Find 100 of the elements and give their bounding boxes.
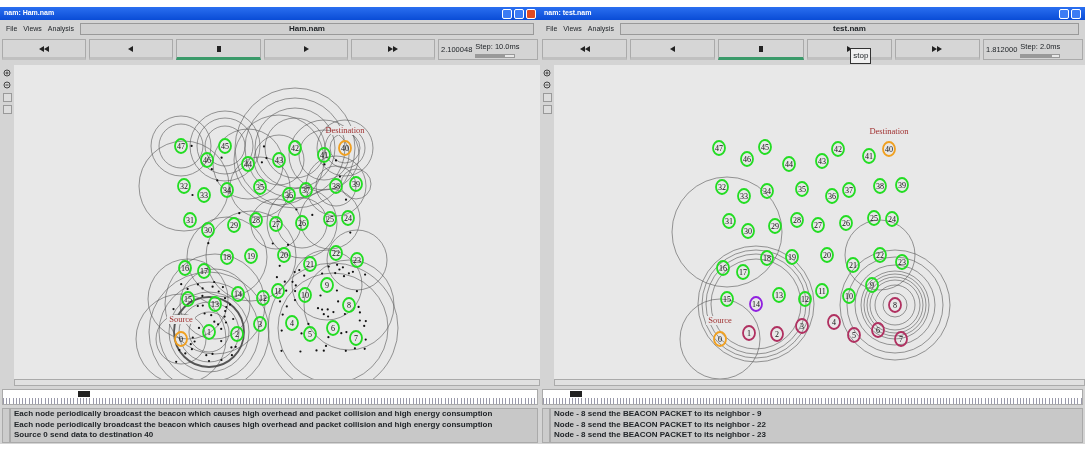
node-label: 3 [800, 321, 804, 331]
file-name-label: Ham.nam [79, 23, 534, 35]
node-tag: Destination [869, 126, 909, 136]
node-label: 43 [818, 156, 826, 166]
stop-button[interactable] [176, 39, 261, 60]
node-label: 42 [834, 144, 842, 154]
packet-dot [260, 161, 263, 164]
timeline-track[interactable] [542, 389, 1083, 405]
close-button[interactable] [526, 8, 536, 19]
node-label: 28 [793, 215, 801, 225]
packet-dot [203, 312, 206, 315]
node-label: 5 [852, 330, 856, 340]
node-label: 45 [221, 141, 229, 151]
node-label: 3 [258, 319, 262, 329]
node-label: 41 [320, 150, 328, 160]
node-label: 16 [719, 263, 727, 273]
node-tag: Destination [325, 125, 365, 135]
node-label: 13 [775, 290, 783, 300]
node-label: 34 [223, 185, 231, 195]
step-back-button[interactable] [89, 39, 174, 60]
packet-dot [336, 263, 339, 266]
rewind-button[interactable] [542, 39, 628, 60]
packet-dot [357, 305, 360, 308]
node-label: 9 [325, 280, 329, 290]
node-label: 21 [849, 260, 857, 270]
step-slider-thumb[interactable] [476, 54, 505, 57]
step-slider-track[interactable] [475, 53, 516, 58]
packet-dot [327, 315, 330, 318]
node-label: 37 [845, 185, 853, 195]
packet-dot [275, 276, 278, 279]
packet-dot [207, 242, 210, 245]
maximize-button[interactable] [514, 8, 524, 19]
message-line: Node - 8 send the BEACON PACKET to its neighbor - 23 [554, 430, 767, 441]
node-label: 34 [763, 186, 771, 196]
minimize-button[interactable] [1059, 8, 1069, 19]
packet-dot [191, 193, 194, 197]
packet-dot [230, 354, 233, 357]
packet-dot [298, 269, 301, 272]
step-slider-track[interactable] [1020, 53, 1061, 58]
node-label: 35 [798, 184, 806, 194]
timeline-thumb[interactable] [569, 391, 582, 397]
packet-dot [349, 231, 352, 234]
rewind-icon [579, 45, 590, 52]
node-label: 10 [845, 291, 853, 301]
horizontal-scrollbar[interactable] [14, 379, 540, 386]
node-label: 33 [200, 190, 208, 200]
horizontal-scrollbar[interactable] [554, 379, 1085, 386]
packet-dot [232, 317, 235, 321]
packet-dot [186, 287, 189, 290]
fast-forward-button[interactable] [350, 39, 435, 60]
node-label: 1 [207, 327, 211, 337]
node-label: 10 [301, 290, 309, 300]
maximize-button[interactable] [1071, 8, 1081, 19]
node-label: 27 [814, 220, 822, 230]
timeline-track[interactable] [2, 389, 538, 405]
node-label: 7 [354, 333, 358, 343]
step-back-button[interactable] [630, 39, 716, 60]
node-label: 22 [332, 248, 340, 258]
node-label: 39 [352, 179, 360, 189]
packet-dot [293, 299, 297, 302]
node-label: 31 [186, 215, 194, 225]
timeline-thumb[interactable] [77, 391, 90, 397]
fast-forward-icon [932, 45, 943, 52]
node-label: 0 [718, 334, 722, 344]
packet-dot [220, 340, 223, 343]
packet-dot [210, 314, 213, 317]
zoom-out-icon[interactable] [2, 81, 12, 90]
node-label: 46 [203, 155, 211, 165]
packet-dot [172, 308, 175, 311]
step-slider-thumb[interactable] [1021, 54, 1052, 57]
packet-dot [353, 347, 356, 350]
packet-dot [271, 242, 274, 245]
node-label: 23 [353, 255, 361, 265]
node-label: 27 [272, 219, 280, 229]
minimize-button[interactable] [502, 8, 512, 19]
node-label: 32 [718, 182, 726, 192]
packet-dot [286, 243, 290, 246]
node-label: 11 [818, 286, 826, 296]
packet-dot [307, 322, 310, 325]
node-label: 36 [285, 190, 293, 200]
packet-dot [201, 287, 204, 290]
packet-dot [299, 350, 302, 353]
zoom-in-icon[interactable] [542, 69, 552, 78]
packet-dot [338, 175, 341, 178]
packet-dot [322, 349, 325, 352]
packet-dot [223, 297, 227, 300]
zoom-out-icon[interactable] [542, 81, 552, 90]
packet-dot [283, 280, 286, 283]
zoom-in-icon[interactable] [2, 69, 12, 78]
packet-dot [335, 289, 338, 292]
rewind-button[interactable] [2, 39, 87, 60]
vertical-scrollbar[interactable] [2, 408, 10, 443]
node-label: 8 [347, 300, 351, 310]
node-label: 6 [876, 325, 880, 335]
vertical-scrollbar[interactable] [542, 408, 550, 443]
packet-dot [278, 264, 281, 267]
message-line: Each node periodically broadcast the beacon which causes high overhead and packet collision and high energy consumption [14, 409, 494, 420]
node-label: 0 [179, 334, 183, 344]
packet-dot [363, 347, 366, 350]
message-line: Source 0 send data to destination 40 [14, 430, 155, 441]
